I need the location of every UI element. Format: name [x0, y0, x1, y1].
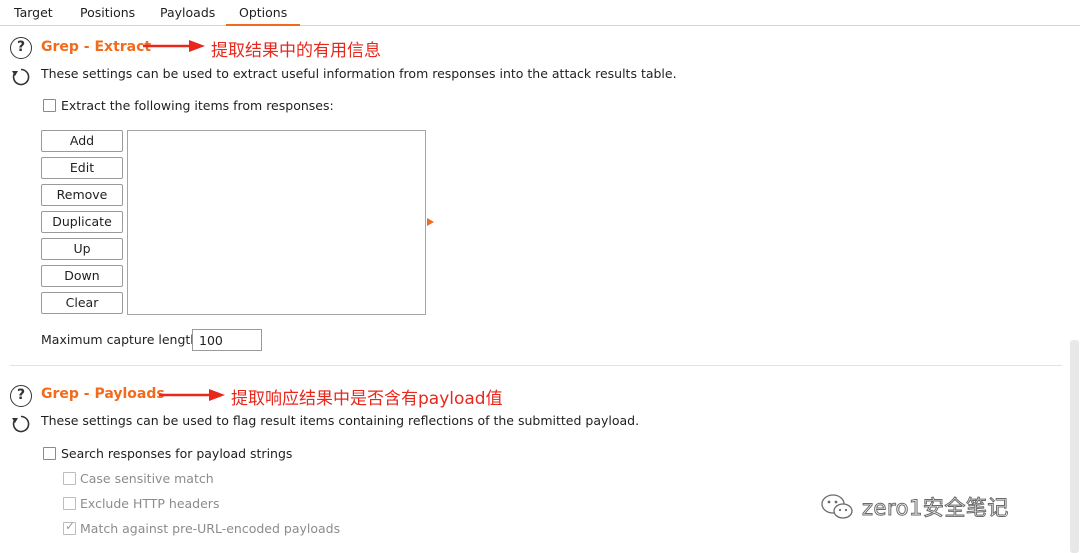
match-pre-url-encoded-label: Match against pre-URL-encoded payloads: [80, 521, 341, 536]
tab-positions[interactable]: Positions: [80, 0, 135, 26]
vertical-scrollbar[interactable]: [1070, 340, 1079, 553]
tab-target[interactable]: Target: [14, 0, 53, 26]
match-pre-url-encoded-checkbox[interactable]: ✓: [63, 519, 76, 535]
extract-items-checkbox[interactable]: [43, 99, 56, 112]
check-icon: ✓: [65, 519, 76, 533]
watermark-text: zero1安全笔记: [862, 496, 1009, 521]
case-sensitive-label: Case sensitive match: [80, 471, 214, 486]
down-button[interactable]: Down: [41, 265, 123, 287]
clear-button[interactable]: Clear: [41, 292, 123, 314]
exclude-headers-checkbox[interactable]: [63, 497, 76, 510]
grep-payloads-title: Grep - Payloads: [41, 386, 165, 402]
remove-button[interactable]: Remove: [41, 184, 123, 206]
help-icon[interactable]: ?: [10, 37, 32, 59]
extract-items-list[interactable]: [127, 130, 426, 315]
max-capture-input[interactable]: [192, 329, 262, 351]
grep-extract-description: These settings can be used to extract us…: [41, 66, 677, 81]
watermark: zero1安全笔记: [820, 490, 1009, 524]
duplicate-button[interactable]: Duplicate: [41, 211, 123, 233]
expand-arrow-icon[interactable]: [427, 218, 434, 226]
edit-button[interactable]: Edit: [41, 157, 123, 179]
add-button[interactable]: Add: [41, 130, 123, 152]
tab-payloads[interactable]: Payloads: [160, 0, 215, 26]
up-button[interactable]: Up: [41, 238, 123, 260]
annotation-arrow-icon: [159, 389, 225, 401]
grep-extract-annotation: 提取结果中的有用信息: [211, 41, 381, 61]
search-payload-checkbox[interactable]: [43, 447, 56, 460]
grep-payloads-description: These settings can be used to flag resul…: [41, 413, 640, 428]
exclude-headers-label: Exclude HTTP headers: [80, 496, 220, 511]
grep-extract-title: Grep - Extract: [41, 39, 152, 55]
section-divider: [10, 365, 1062, 366]
grep-payloads-annotation: 提取响应结果中是否含有payload值: [231, 389, 503, 409]
refresh-icon[interactable]: [10, 413, 32, 435]
tab-bar: Target Positions Payloads Options: [0, 0, 1080, 26]
case-sensitive-checkbox[interactable]: [63, 472, 76, 485]
search-payload-label: Search responses for payload strings: [61, 446, 293, 461]
help-icon[interactable]: ?: [10, 385, 32, 407]
max-capture-label: Maximum capture length:: [41, 332, 203, 347]
refresh-icon[interactable]: [10, 66, 32, 88]
wechat-icon: [821, 494, 853, 519]
extract-items-label: Extract the following items from respons…: [61, 98, 334, 113]
annotation-arrow-icon: [143, 40, 205, 52]
tab-options[interactable]: Options: [226, 0, 301, 26]
